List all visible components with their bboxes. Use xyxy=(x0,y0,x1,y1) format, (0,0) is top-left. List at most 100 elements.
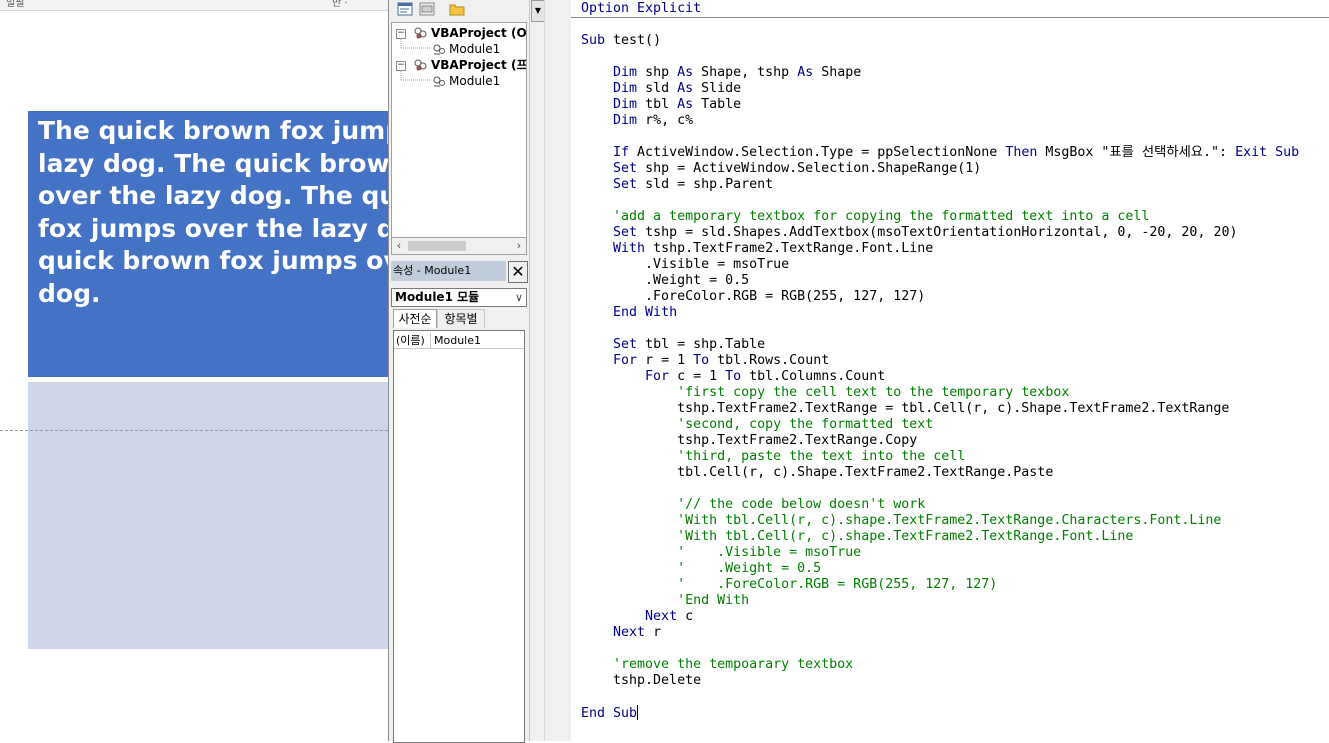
code-line[interactable]: 'first copy the cell text to the tempora… xyxy=(581,385,1069,401)
code-line[interactable]: .Visible = msoTrue xyxy=(581,257,789,273)
object-select-value: Module1 모듈 xyxy=(395,290,480,304)
code-line[interactable]: tbl.Cell(r, c).Shape.TextFrame2.TextRang… xyxy=(581,465,1053,481)
code-line[interactable]: 'add a temporary textbox for copying the… xyxy=(581,209,1149,225)
code-text: tbl.Cell(r, c).Shape.TextFrame2.TextRang… xyxy=(581,465,1054,480)
chevron-down-icon[interactable]: ∨ xyxy=(515,289,523,306)
scroll-down-icon[interactable]: ▼ xyxy=(531,0,545,22)
code-line[interactable]: 'third, paste the text into the cell xyxy=(581,449,965,465)
code-text: r%, c% xyxy=(637,113,694,128)
code-keyword: As xyxy=(797,65,814,80)
code-line[interactable]: Option Explicit xyxy=(581,1,701,17)
code-line[interactable]: For r = 1 To tbl.Rows.Count xyxy=(581,353,829,369)
tree-connector-lines xyxy=(400,39,430,81)
table-body-cell[interactable] xyxy=(28,382,388,649)
code-keyword: As xyxy=(677,97,694,112)
code-line[interactable]: Next r xyxy=(581,625,661,641)
code-comment: 'remove the tempoarary textbox xyxy=(581,657,854,672)
code-line[interactable]: Set shp = ActiveWindow.Selection.ShapeRa… xyxy=(581,161,981,177)
project-tree[interactable]: − VBAProject (Out Module1 − VBAProject (… xyxy=(391,22,527,238)
table-header-text: The quick brown fox jumps over the lazy … xyxy=(38,116,388,308)
code-line[interactable]: End With xyxy=(581,305,677,321)
code-line[interactable]: 'With tbl.Cell(r, c).shape.TextFrame2.Te… xyxy=(581,513,1221,529)
code-keyword: Next xyxy=(613,625,646,640)
code-text: tbl xyxy=(637,97,678,112)
code-line[interactable]: 'End With xyxy=(581,593,749,609)
code-line[interactable]: Dim r%, c% xyxy=(581,113,693,129)
code-window[interactable]: Option Explicit Sub test() Dim shp As Sh… xyxy=(571,0,1329,741)
code-line[interactable]: Dim tbl As Table xyxy=(581,97,741,113)
table-header-cell[interactable]: The quick brown fox jumps over the lazy … xyxy=(28,111,388,377)
code-line[interactable]: End Sub xyxy=(581,705,639,721)
code-line[interactable]: For c = 1 To tbl.Columns.Count xyxy=(581,369,885,385)
code-keyword: If xyxy=(613,145,630,160)
code-keyword: Option Explicit xyxy=(581,1,702,16)
ribbon-fragment: 밀필 xyxy=(6,0,25,9)
code-line[interactable]: Set tshp = sld.Shapes.AddTextbox(msoText… xyxy=(581,225,1237,241)
code-line[interactable]: With tshp.TextFrame2.TextRange.Font.Line xyxy=(581,241,933,257)
code-line[interactable]: If ActiveWindow.Selection.Type = ppSelec… xyxy=(581,145,1299,161)
code-text: c xyxy=(677,609,694,624)
code-comment: 'With tbl.Cell(r, c).shape.TextFrame2.Te… xyxy=(581,513,1222,528)
scroll-right-icon[interactable]: › xyxy=(512,238,526,254)
project-horizontal-scrollbar[interactable]: ‹ › xyxy=(391,237,527,255)
close-icon[interactable]: ✕ xyxy=(508,261,528,283)
code-comment: '// the code below doesn't work xyxy=(581,497,926,512)
toggle-folders-icon[interactable] xyxy=(449,2,465,16)
code-text: ActiveWindow.Selection.Type = ppSelectio… xyxy=(629,145,1006,160)
code-line[interactable]: tshp.TextFrame2.TextRange = tbl.Cell(r, … xyxy=(581,401,1229,417)
code-text: r xyxy=(645,625,662,640)
code-line[interactable]: 'With tbl.Cell(r, c).shape.TextFrame2.Te… xyxy=(581,529,1133,545)
code-keyword: End Sub xyxy=(581,706,638,721)
view-object-icon[interactable] xyxy=(419,2,435,16)
code-keyword: Sub xyxy=(1275,145,1300,160)
code-line[interactable]: .Weight = 0.5 xyxy=(581,273,749,289)
code-text: tshp.TextFrame2.TextRange.Copy xyxy=(581,433,918,448)
ribbon-strip: 밀필 · 만 · xyxy=(0,0,388,11)
property-row[interactable]: (이름) Module1 xyxy=(394,333,524,349)
code-text: .Weight = 0.5 xyxy=(581,273,750,288)
code-text: tshp = sld.Shapes.AddTextbox(msoTextOrie… xyxy=(637,225,1238,240)
code-line[interactable]: ' .Weight = 0.5 xyxy=(581,561,821,577)
code-line[interactable]: Sub test() xyxy=(581,33,661,49)
code-line[interactable]: Dim sld As Slide xyxy=(581,81,741,97)
code-text: tbl.Columns.Count xyxy=(741,369,886,384)
code-comment: 'second, copy the formatted text xyxy=(581,417,934,432)
object-select[interactable]: Module1 모듈 ∨ xyxy=(391,288,527,307)
pane-splitter[interactable] xyxy=(544,0,572,741)
code-line[interactable]: tshp.Delete xyxy=(581,673,701,689)
code-line[interactable]: '// the code below doesn't work xyxy=(581,497,925,513)
code-keyword: To xyxy=(725,369,742,384)
code-text: MsgBox "표를 선택하세요.": xyxy=(1037,145,1236,160)
code-line[interactable]: Next c xyxy=(581,609,693,625)
ribbon-fragment: 만 · xyxy=(332,0,348,9)
code-line[interactable]: 'remove the tempoarary textbox xyxy=(581,657,853,673)
code-text: sld xyxy=(637,81,678,96)
tab-alphabetic[interactable]: 사전순 xyxy=(393,309,437,328)
code-text: tbl = shp.Table xyxy=(637,337,766,352)
property-value[interactable]: Module1 xyxy=(434,333,481,348)
code-line[interactable]: .ForeColor.RGB = RGB(255, 127, 127) xyxy=(581,289,925,305)
code-line[interactable]: 'second, copy the formatted text xyxy=(581,417,933,433)
scroll-thumb[interactable] xyxy=(408,241,466,251)
properties-grid: (이름) Module1 xyxy=(393,330,525,743)
code-keyword: Exit xyxy=(1235,145,1268,160)
view-code-icon[interactable] xyxy=(397,2,413,16)
property-name: (이름) xyxy=(396,333,431,348)
scroll-left-icon[interactable]: ‹ xyxy=(392,238,406,254)
tab-categorized[interactable]: 항목별 xyxy=(437,309,485,328)
code-keyword: End With xyxy=(613,305,678,320)
code-line[interactable]: tshp.TextFrame2.TextRange.Copy xyxy=(581,433,917,449)
declarations-section[interactable]: Option Explicit xyxy=(571,0,1329,18)
side-vertical-scrollbar[interactable]: ▼ xyxy=(529,0,545,741)
code-line[interactable]: Set sld = shp.Parent xyxy=(581,177,773,193)
code-line[interactable]: Dim shp As Shape, tshp As Shape xyxy=(581,65,861,81)
code-line[interactable]: Set tbl = shp.Table xyxy=(581,337,765,353)
project-toolbar xyxy=(389,0,544,20)
code-line[interactable]: ' .ForeColor.RGB = RGB(255, 127, 127) xyxy=(581,577,997,593)
code-line[interactable]: ' .Visible = msoTrue xyxy=(581,545,861,561)
